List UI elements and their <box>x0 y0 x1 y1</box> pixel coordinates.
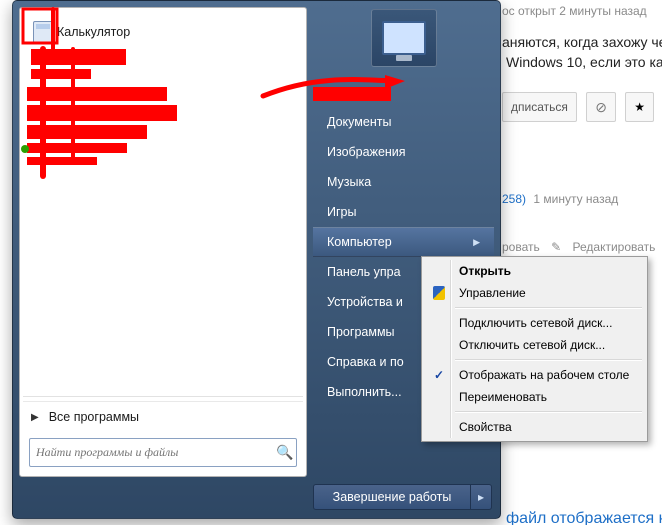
shield-icon <box>431 285 447 301</box>
comment-action-1[interactable]: ровать <box>502 240 540 254</box>
ctx-unmap-drive[interactable]: Отключить сетевой диск... <box>425 334 644 356</box>
all-programs[interactable]: ▶ Все программы <box>23 401 303 432</box>
ctx-properties[interactable]: Свойства <box>425 416 644 438</box>
subscribe-label: дписаться <box>511 100 568 114</box>
right-item-games[interactable]: Игры <box>313 197 494 227</box>
star-icon: ★ <box>634 100 645 114</box>
ctx-open[interactable]: Открыть <box>425 260 644 282</box>
subscribe-button[interactable]: дписаться <box>502 92 577 122</box>
user-picture-frame[interactable] <box>371 9 437 67</box>
question-time: ос открыт 2 минуты назад <box>502 4 647 18</box>
comment-action-2[interactable]: Редактировать <box>573 240 656 254</box>
context-menu: Открыть Управление Подключить сетевой ди… <box>421 256 648 442</box>
shutdown-menu-button[interactable]: ▸ <box>470 484 492 510</box>
search-box[interactable]: 🔍 <box>29 438 297 467</box>
separator <box>23 396 303 397</box>
disable-button[interactable]: ⊘ <box>586 92 616 122</box>
all-programs-label: Все программы <box>49 410 139 424</box>
chevron-right-icon: ▶ <box>473 228 480 256</box>
search-icon[interactable]: 🔍 <box>274 444 296 461</box>
right-item-computer[interactable]: Компьютер▶ <box>313 227 494 257</box>
question-line-1: аняются, когда захожу че <box>502 34 662 50</box>
calculator-icon <box>29 21 57 43</box>
favorite-button[interactable]: ★ <box>625 92 654 122</box>
shutdown-group: Завершение работы ▸ <box>313 484 492 510</box>
right-item-music[interactable]: Музыка <box>313 167 494 197</box>
separator <box>455 411 642 413</box>
pinned-list: Калькулятор <box>23 11 303 392</box>
file-display-link[interactable]: файл отображается к <box>506 510 662 525</box>
triangle-right-icon: ▸ <box>478 490 484 504</box>
computer-icon <box>382 21 426 55</box>
check-icon: ✓ <box>431 367 447 383</box>
user-rep-link[interactable]: 258) <box>502 192 526 206</box>
pinned-item-label: Калькулятор <box>57 25 130 39</box>
no-symbol-icon: ⊘ <box>595 99 607 115</box>
ctx-map-drive[interactable]: Подключить сетевой диск... <box>425 312 644 334</box>
right-item-pictures[interactable]: Изображения <box>313 137 494 167</box>
right-item-documents[interactable]: Документы <box>313 107 494 137</box>
ctx-show-on-desktop[interactable]: ✓ Отображать на рабочем столе <box>425 364 644 386</box>
ctx-manage[interactable]: Управление <box>425 282 644 304</box>
search-input[interactable] <box>30 445 274 460</box>
answer-time: 1 минуту назад <box>533 192 618 206</box>
separator <box>455 359 642 361</box>
shutdown-button[interactable]: Завершение работы <box>313 484 470 510</box>
ctx-rename[interactable]: Переименовать <box>425 386 644 408</box>
question-line-2: Windows 10, если это ка <box>506 54 662 70</box>
pinned-item-calculator[interactable]: Калькулятор <box>29 15 299 49</box>
triangle-right-icon: ▶ <box>31 412 39 423</box>
separator <box>455 307 642 309</box>
start-menu-left-panel: Калькулятор ▶ Все программы 🔍 <box>19 7 307 477</box>
